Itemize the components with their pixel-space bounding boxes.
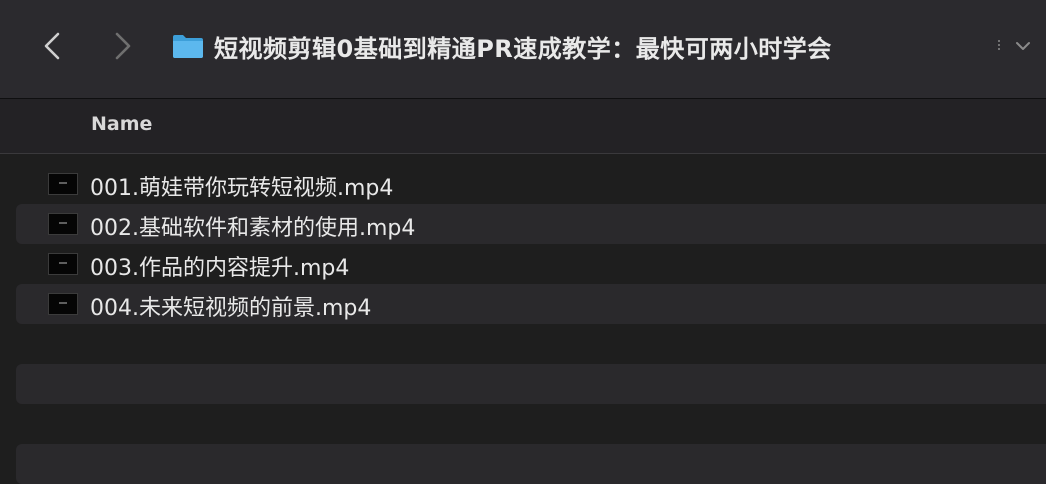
- empty-row: [16, 364, 1046, 404]
- file-name: 002.基础软件和素材的使用.mp4: [90, 216, 416, 241]
- chevron-right-icon: [115, 32, 131, 60]
- file-row[interactable]: 001.萌娃带你玩转短视频.mp4: [16, 164, 1046, 204]
- folder-icon: [173, 35, 203, 58]
- chevron-down-icon[interactable]: [1014, 36, 1032, 56]
- file-row[interactable]: 004.未来短视频的前景.mp4: [16, 284, 1046, 324]
- empty-row: [16, 444, 1046, 484]
- file-row[interactable]: 003.作品的内容提升.mp4: [16, 244, 1046, 284]
- finder-window: 短视频剪辑0基础到精通PR速成教学：最快可两小时学会 Name 001.萌娃带你…: [0, 0, 1046, 484]
- file-row[interactable]: 002.基础软件和素材的使用.mp4: [16, 204, 1046, 244]
- video-file-icon: [48, 173, 78, 195]
- column-header-name[interactable]: Name: [91, 113, 152, 135]
- column-header: Name: [0, 99, 1046, 154]
- file-name: 004.未来短视频的前景.mp4: [90, 296, 372, 321]
- file-name: 001.萌娃带你玩转短视频.mp4: [90, 176, 394, 201]
- toolbar: 短视频剪辑0基础到精通PR速成教学：最快可两小时学会: [0, 0, 1046, 99]
- video-file-icon: [48, 253, 78, 275]
- toolbar-overflow-icon[interactable]: [996, 38, 1002, 62]
- window-title: 短视频剪辑0基础到精通PR速成教学：最快可两小时学会: [172, 26, 832, 66]
- file-list: 001.萌娃带你玩转短视频.mp4 002.基础软件和素材的使用.mp4 003…: [0, 164, 1046, 484]
- empty-row: [16, 324, 1046, 364]
- chevron-left-icon: [44, 32, 60, 60]
- video-file-icon: [48, 293, 78, 315]
- window-title-text: 短视频剪辑0基础到精通PR速成教学：最快可两小时学会: [214, 34, 832, 63]
- file-name: 003.作品的内容提升.mp4: [90, 256, 350, 281]
- forward-button[interactable]: [103, 24, 143, 68]
- empty-row: [16, 404, 1046, 444]
- back-button[interactable]: [32, 24, 72, 68]
- video-file-icon: [48, 213, 78, 235]
